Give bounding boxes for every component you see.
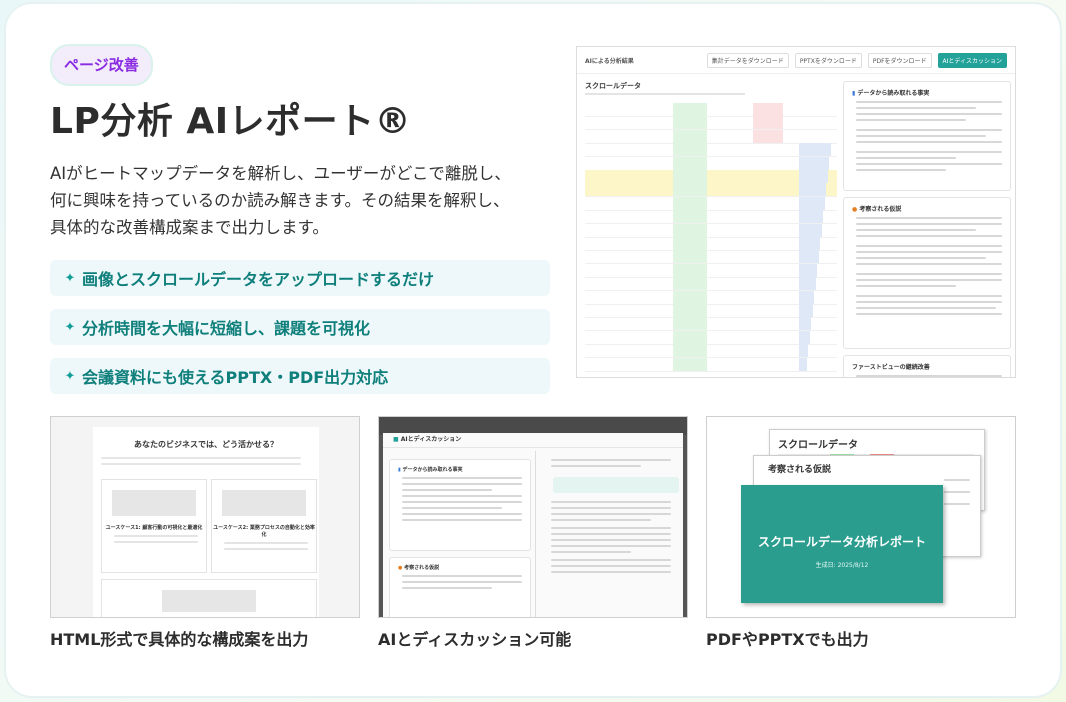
facts-panel: ▮ データから読み取れる事実 <box>389 459 531 551</box>
analysis-screenshot: AIによる分析結果 集計データをダウンロード PPTXをダウンロード PDFをダ… <box>576 46 1016 378</box>
table-row <box>585 170 837 184</box>
table-row <box>585 116 837 131</box>
scroll-data-section: スクロールデータ <box>585 81 837 372</box>
feature-label: 会議資料にも使えるPPTX・PDF出力対応 <box>82 368 389 387</box>
scroll-table <box>585 103 837 372</box>
table-row <box>585 103 837 117</box>
panel-title: ● 考察される仮説 <box>852 206 902 213</box>
pdf-pptx-thumbnail: スクロールデータ 考察される仮説 スクロールデータ分析レポート 生成日: 202… <box>706 416 1016 618</box>
chat-thread <box>541 455 679 573</box>
chat-icon: ■ <box>393 436 401 443</box>
table-row <box>585 277 837 292</box>
first-view-panel: ファーストビューの継続改善 <box>843 355 1011 377</box>
table-row <box>585 156 837 171</box>
table-row <box>585 196 837 211</box>
table-row <box>585 317 837 332</box>
table-row <box>585 250 837 265</box>
description-line: 具体的な改善構成案まで出力します。 <box>50 218 329 237</box>
page-title: LP分析 AIレポート® <box>50 101 412 142</box>
hypothesis-panel: ● 考察される仮説 <box>389 557 531 617</box>
usecase-card: ユースケース1: 顧客行動の可視化と最適化 <box>101 479 207 573</box>
ai-discussion-thumbnail: ■ AIとディスカッション ▮ データから読み取れる事実 ● 考察される仮説 <box>378 416 688 618</box>
category-badge: ページ改善 <box>50 44 153 86</box>
panel-title: ▮ データから読み取れる事実 <box>852 90 930 97</box>
table-row <box>585 263 837 278</box>
section-title: スクロールデータ <box>585 82 641 90</box>
sparkle-icon: ✦ <box>64 270 76 286</box>
table-row <box>585 304 837 318</box>
facts-panel: ▮ データから読み取れる事実 <box>843 81 1011 191</box>
table-row <box>585 129 837 144</box>
table-row <box>585 357 837 372</box>
feature-item: ✦ 分析時間を大幅に短縮し、課題を可視化 <box>50 309 550 345</box>
sparkle-icon: ✦ <box>64 368 76 384</box>
table-row <box>585 223 837 238</box>
thumb-caption: PDFやPPTXでも出力 <box>706 630 869 649</box>
download-data-button[interactable]: 集計データをダウンロード <box>706 52 789 68</box>
download-pptx-button[interactable]: PPTXをダウンロード <box>794 52 862 68</box>
window-title: AIによる分析結果 <box>585 57 634 65</box>
usecase-title: ユースケース2: 業務プロセスの自動化と効率化 <box>213 525 315 538</box>
html-output-thumbnail: あなたのビジネスでは、どう活かせる？ ユースケース1: 顧客行動の可視化と最適化… <box>50 416 360 618</box>
panel-title: ファーストビューの継続改善 <box>852 364 930 371</box>
description: AIがヒートマップデータを解析し、ユーザーがどこで離脱し、 何に興味を持っている… <box>50 160 550 241</box>
hypothesis-panel: ● 考察される仮説 <box>843 197 1011 349</box>
description-line: AIがヒートマップデータを解析し、ユーザーがどこで離脱し、 <box>50 164 511 183</box>
table-row <box>585 143 837 158</box>
ai-discussion-button[interactable]: AIとディスカッション <box>937 52 1007 68</box>
table-row <box>585 210 837 225</box>
usecase-card: ユースケース2: 業務プロセスの自動化と効率化 <box>211 479 317 573</box>
feature-label: 分析時間を大幅に短縮し、課題を可視化 <box>82 319 371 338</box>
description-line: 何に興味を持っているのか読み解きます。その結果を解釈し、 <box>50 191 510 210</box>
sparkle-icon: ✦ <box>64 319 76 335</box>
feature-item: ✦ 会議資料にも使えるPPTX・PDF出力対応 <box>50 358 550 394</box>
thumb-caption: AIとディスカッション可能 <box>378 630 572 649</box>
insight-panels: ▮ データから読み取れる事実 ● 考察される仮説 ファーストビューの継続改善 <box>843 81 1011 377</box>
dialog-title: ■ AIとディスカッション <box>383 433 683 448</box>
download-pdf-button[interactable]: PDFをダウンロード <box>867 52 932 68</box>
table-row <box>585 330 837 345</box>
table-row <box>585 344 837 359</box>
table-row <box>585 290 837 305</box>
feature-item: ✦ 画像とスクロールデータをアップロードするだけ <box>50 260 550 296</box>
table-row <box>585 237 837 251</box>
table-row <box>585 183 837 198</box>
feature-label: 画像とスクロールデータをアップロードするだけ <box>82 270 435 289</box>
thumb-caption: HTML形式で具体的な構成案を出力 <box>50 630 309 649</box>
usecase-title: ユースケース1: 顧客行動の可視化と最適化 <box>105 525 203 531</box>
thumb-heading: あなたのビジネスでは、どう活かせる？ <box>134 440 278 449</box>
slide-title-report: スクロールデータ分析レポート 生成日: 2025/8/12 <box>741 485 943 603</box>
